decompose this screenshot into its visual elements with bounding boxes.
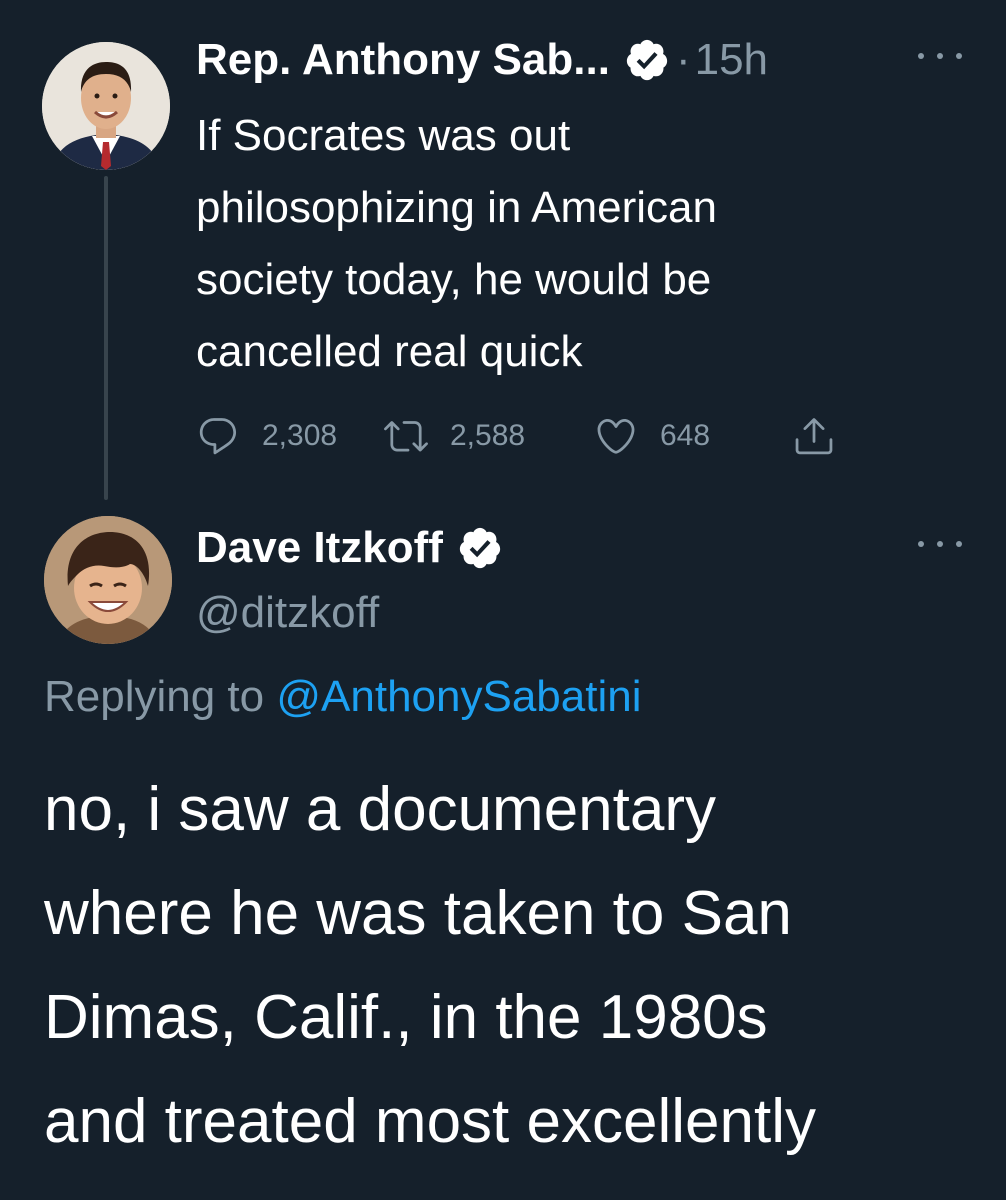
author-name[interactable]: Rep. Anthony Sab... bbox=[196, 35, 610, 85]
verified-badge-icon bbox=[457, 525, 503, 571]
avatar-portrait-image bbox=[44, 516, 172, 644]
reply-count: 2,308 bbox=[262, 419, 338, 452]
reply-icon bbox=[199, 418, 237, 455]
share-button[interactable] bbox=[792, 408, 836, 464]
tweet-text-line: society today, he would be bbox=[196, 255, 712, 304]
tweet-text: If Socrates was out philosophizing in Am… bbox=[196, 100, 956, 388]
retweet-icon bbox=[384, 421, 428, 452]
thread-connector-line bbox=[104, 176, 108, 500]
tweet-text-line: where he was taken to San bbox=[44, 879, 792, 948]
verified-badge-icon bbox=[624, 37, 670, 83]
tweet-original[interactable]: Rep. Anthony Sab... · 15h If Socrates wa… bbox=[0, 0, 1006, 500]
author-name[interactable]: Dave Itzkoff bbox=[196, 523, 443, 573]
retweet-button[interactable]: 2,588 bbox=[384, 408, 525, 464]
tweet-text-line: If Socrates was out bbox=[196, 111, 571, 160]
heart-icon bbox=[597, 418, 635, 454]
reply-author-header: Dave Itzkoff bbox=[196, 518, 503, 578]
reply-button[interactable]: 2,308 bbox=[196, 408, 337, 464]
like-button[interactable]: 648 bbox=[594, 408, 710, 464]
retweet-count: 2,588 bbox=[450, 419, 526, 452]
more-options-icon[interactable] bbox=[918, 44, 962, 68]
tweet-text-line: Dimas, Calif., in the 1980s bbox=[44, 983, 768, 1052]
tweet-text-line: cancelled real quick bbox=[196, 327, 583, 376]
tweet-header: Rep. Anthony Sab... · 15h bbox=[196, 30, 768, 90]
replying-to-label: Replying to bbox=[44, 672, 277, 721]
tweet-timestamp[interactable]: 15h bbox=[695, 35, 768, 85]
tweet-text-line: and treated most excellently bbox=[44, 1087, 816, 1156]
author-handle[interactable]: @ditzkoff bbox=[196, 588, 379, 638]
author-avatar-anthony[interactable] bbox=[42, 42, 170, 170]
replying-to-mention-link[interactable]: @AnthonySabatini bbox=[276, 672, 641, 721]
tweet-text-line: no, i saw a documentary bbox=[44, 775, 717, 844]
tweet-text-line: philosophizing in American bbox=[196, 183, 717, 232]
like-count: 648 bbox=[660, 419, 711, 452]
share-icon bbox=[795, 418, 833, 455]
replying-to-line: Replying to @AnthonySabatini bbox=[44, 672, 642, 722]
more-options-icon[interactable] bbox=[918, 532, 962, 556]
avatar-portrait-image bbox=[42, 42, 170, 170]
header-separator: · bbox=[675, 35, 691, 84]
tweet-text: no, i saw a documentary where he was tak… bbox=[44, 758, 984, 1174]
tweet-action-bar: 2,308 2,588 648 bbox=[196, 408, 876, 464]
author-avatar-dave[interactable] bbox=[44, 516, 172, 644]
